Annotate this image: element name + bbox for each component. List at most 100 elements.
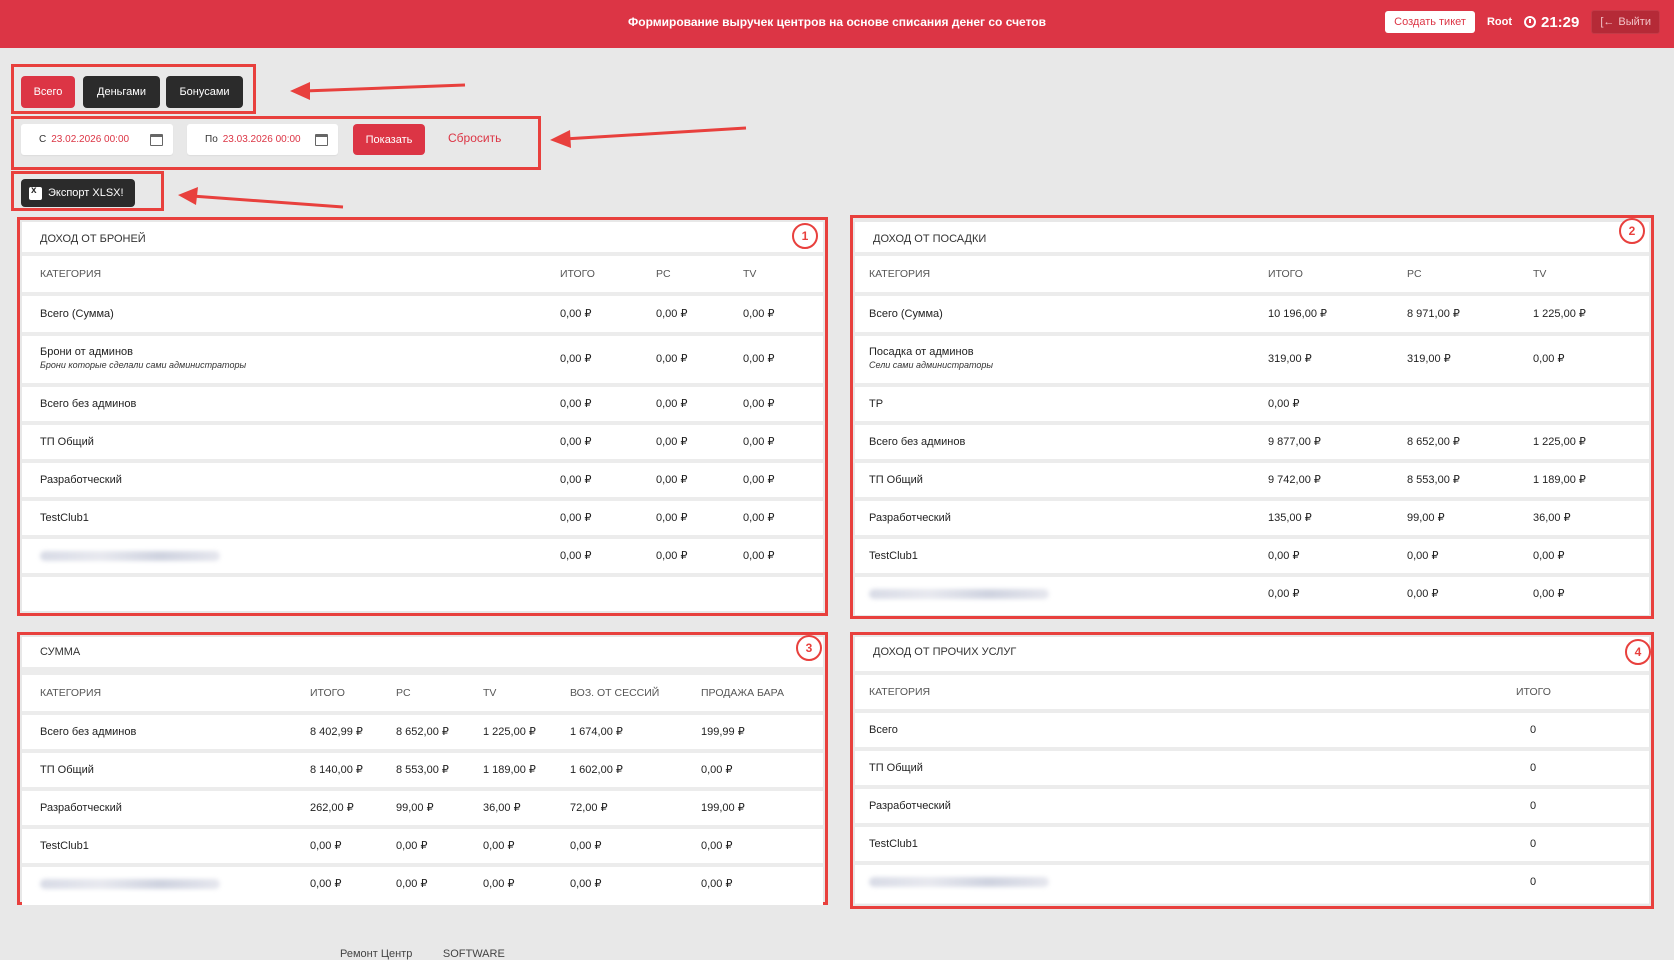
row-tv: 0,00 ₽ <box>483 878 515 890</box>
excel-icon <box>29 185 42 200</box>
create-ticket-button[interactable]: Создать тикет <box>1385 11 1475 33</box>
row-total: 0,00 ₽ <box>1268 398 1300 410</box>
row-tv: 36,00 ₽ <box>483 802 521 814</box>
row-total: 0,00 ₽ <box>1268 588 1300 600</box>
row-total: 262,00 ₽ <box>310 802 354 814</box>
row-category: TestClub1 <box>869 550 918 562</box>
row-bar-sales: 199,99 ₽ <box>701 726 745 738</box>
tab-money[interactable]: Деньгами <box>83 76 160 108</box>
row-total: 0,00 ₽ <box>560 512 592 524</box>
row-session-refund: 72,00 ₽ <box>570 802 608 814</box>
tab-bonuses[interactable]: Бонусами <box>166 76 243 108</box>
column-header: Итого <box>560 268 595 280</box>
table-row: ТП Общий 9 742,00 ₽ 8 553,00 ₽ 1 189,00 … <box>855 463 1649 501</box>
row-category-note: Брони которые сделали сами администратор… <box>40 360 247 370</box>
show-button[interactable]: Показать <box>353 124 425 155</box>
column-header: Итого <box>1516 686 1551 698</box>
column-header: PC <box>1407 268 1422 280</box>
row-pc: 8 652,00 ₽ <box>396 726 449 738</box>
row-pc: 8 652,00 ₽ <box>1407 436 1460 448</box>
row-category: Разработческий <box>869 800 951 812</box>
logout-label: Выйти <box>1618 16 1651 28</box>
row-category: ТП Общий <box>869 474 923 486</box>
row-pc: 319,00 ₽ <box>1407 353 1451 365</box>
row-pc: 0,00 ₽ <box>656 550 688 562</box>
tab-total[interactable]: Всего <box>21 76 75 108</box>
user-name[interactable]: Root <box>1487 16 1512 28</box>
panel-title: Сумма <box>22 637 823 675</box>
panel-title: Доход от посадки <box>855 222 1649 256</box>
reset-button[interactable]: Сбросить <box>448 131 501 145</box>
row-category: Всего (Сумма) <box>869 308 943 320</box>
logout-button[interactable]: [← Выйти <box>1591 10 1660 34</box>
row-category: ТП Общий <box>869 762 923 774</box>
date-from-value: 23.02.2026 00:00 <box>51 134 130 145</box>
panel-title: Доход от броней <box>22 222 823 256</box>
table-row: Всего (Сумма) 10 196,00 ₽ 8 971,00 ₽ 1 2… <box>855 296 1649 336</box>
row-total: 0,00 ₽ <box>560 353 592 365</box>
row-tv: 1 225,00 ₽ <box>1533 308 1586 320</box>
row-tv: 0,00 ₽ <box>1533 550 1565 562</box>
row-tv: 1 225,00 ₽ <box>1533 436 1586 448</box>
annotation-badge-3: 3 <box>796 635 822 661</box>
export-xlsx-button[interactable]: Экспорт XLSX! <box>21 179 135 207</box>
table-row: ТП Общий 0,00 ₽ 0,00 ₽ 0,00 ₽ <box>22 425 823 463</box>
panel-sum: Сумма Категория Итого PC TV Воз. от сесс… <box>22 637 823 905</box>
row-tv: 36,00 ₽ <box>1533 512 1571 524</box>
export-label: Экспорт XLSX! <box>48 187 124 199</box>
row-tv: 0,00 ₽ <box>743 353 775 365</box>
row-category: Всего <box>869 724 898 736</box>
row-category: Разработческий <box>40 802 122 814</box>
date-to-value: 23.03.2026 00:00 <box>222 134 301 145</box>
row-total: 0 <box>1530 838 1537 850</box>
row-total: 9 877,00 ₽ <box>1268 436 1321 448</box>
panel-title: Доход от прочих услуг <box>855 637 1649 675</box>
row-pc: 8 553,00 ₽ <box>396 764 449 776</box>
row-category: Всего (Сумма) <box>40 308 114 320</box>
row-total: 0,00 ₽ <box>560 398 592 410</box>
row-total: 0 <box>1530 724 1537 736</box>
column-header: TV <box>483 687 497 699</box>
table-row: TestClub1 0,00 ₽ 0,00 ₽ 0,00 ₽ <box>855 539 1649 577</box>
header-actions: Создать тикет Root 21:29 [← Выйти <box>1385 10 1660 34</box>
row-pc: 0,00 ₽ <box>656 474 688 486</box>
row-category: Всего без админов <box>869 436 966 448</box>
row-pc: 0,00 ₽ <box>656 353 688 365</box>
table-row: Посадка от админов Сели сами администрат… <box>855 336 1649 387</box>
date-from-field[interactable]: С 23.02.2026 00:00 <box>21 124 173 155</box>
annotation-arrow-filters <box>550 126 747 148</box>
row-pc: 0,00 ₽ <box>1407 550 1439 562</box>
row-total: 8 402,99 ₽ <box>310 726 363 738</box>
row-session-refund: 1 602,00 ₽ <box>570 764 623 776</box>
row-tv: 0,00 ₽ <box>743 512 775 524</box>
row-tv: 0,00 ₽ <box>743 398 775 410</box>
row-total: 319,00 ₽ <box>1268 353 1312 365</box>
column-header: Категория <box>40 687 102 699</box>
table-row: TP 0,00 ₽ <box>855 387 1649 425</box>
annotation-badge-4: 4 <box>1625 639 1651 665</box>
table-row: Разработческий 0 <box>855 789 1649 827</box>
row-bar-sales: 0,00 ₽ <box>701 764 733 776</box>
column-header: Категория <box>40 268 102 280</box>
calendar-icon[interactable] <box>315 133 328 146</box>
row-tv: 0,00 ₽ <box>1533 588 1565 600</box>
column-header: PC <box>396 687 411 699</box>
table-row: 0,00 ₽ 0,00 ₽ 0,00 ₽ <box>855 577 1649 615</box>
clock: 21:29 <box>1523 14 1579 31</box>
column-header: Итого <box>1268 268 1303 280</box>
calendar-icon[interactable] <box>150 133 163 146</box>
column-header: Воз. от сессий <box>570 687 660 699</box>
table-row: Всего без админов 9 877,00 ₽ 8 652,00 ₽ … <box>855 425 1649 463</box>
date-to-field[interactable]: По 23.03.2026 00:00 <box>187 124 338 155</box>
table-row: 0,00 ₽ 0,00 ₽ 0,00 ₽ 0,00 ₽ 0,00 ₽ <box>22 867 823 905</box>
panel-bookings: Доход от броней Категория Итого PC TV Вс… <box>22 222 823 611</box>
row-tv: 0,00 ₽ <box>743 550 775 562</box>
row-session-refund: 0,00 ₽ <box>570 840 602 852</box>
row-category: ТП Общий <box>40 436 94 448</box>
row-pc: 0,00 ₽ <box>1407 588 1439 600</box>
panel-seating: Доход от посадки Категория Итого PC TV В… <box>855 222 1649 615</box>
column-header: Категория <box>869 686 931 698</box>
logout-icon: [← <box>1600 16 1615 28</box>
table-row: TestClub1 0 <box>855 827 1649 865</box>
row-pc: 0,00 ₽ <box>656 308 688 320</box>
